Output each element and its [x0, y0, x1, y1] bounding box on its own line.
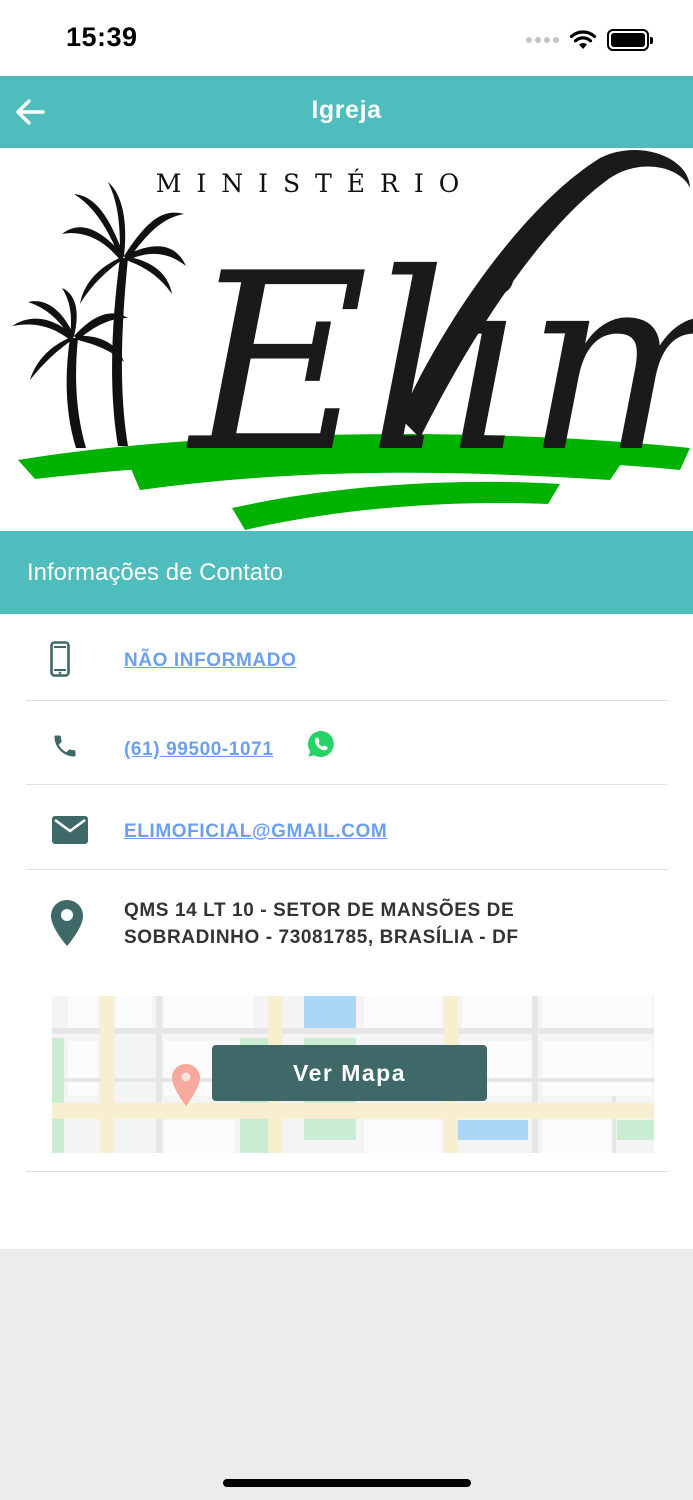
view-map-button[interactable]: Ver Mapa: [212, 1045, 487, 1101]
smartphone-icon: [50, 640, 70, 678]
address-line-1: QMS 14 LT 10 - SETOR DE MANSÕES DE: [124, 900, 515, 921]
palm-tree-icon: [12, 288, 128, 448]
battery-icon: [607, 29, 653, 51]
church-logo-banner: MINISTÉRIO Elim: [0, 148, 693, 531]
palm-tree-icon: [62, 182, 186, 446]
wifi-icon: [569, 30, 597, 49]
address-line-2: SOBRADINHO - 73081785, BRASÍLIA - DF: [124, 927, 519, 948]
contact-row-phone: (61) 99500-1071: [26, 701, 667, 785]
phone-link[interactable]: (61) 99500-1071: [124, 739, 274, 761]
section-header: Informações de Contato: [0, 531, 693, 614]
status-time: 15:39: [66, 22, 138, 52]
contact-row-mobile: NÃO INFORMADO: [26, 614, 667, 701]
section-title: Informações de Contato: [27, 559, 284, 586]
status-icons: [526, 26, 653, 54]
page-title: Igreja: [311, 96, 382, 124]
email-link[interactable]: ELIMOFICIAL@GMAIL.COM: [124, 821, 387, 843]
home-indicator: [223, 1479, 471, 1487]
app-header: Igreja: [0, 76, 693, 148]
mail-icon: [51, 815, 89, 845]
whatsapp-icon[interactable]: [306, 729, 336, 759]
mobile-link[interactable]: NÃO INFORMADO: [124, 650, 296, 672]
status-bar: 15:39: [0, 0, 693, 76]
address-text: QMS 14 LT 10 - SETOR DE MANSÕES DE SOBRA…: [124, 897, 519, 951]
cellular-signal-icon: [526, 37, 559, 43]
location-pin-icon: [50, 900, 84, 946]
church-logo: MINISTÉRIO Elim: [12, 149, 693, 530]
logo-top-text: MINISTÉRIO: [156, 169, 474, 198]
contact-row-email: ELIMOFICIAL@GMAIL.COM: [26, 785, 667, 870]
phone-icon: [50, 731, 80, 761]
